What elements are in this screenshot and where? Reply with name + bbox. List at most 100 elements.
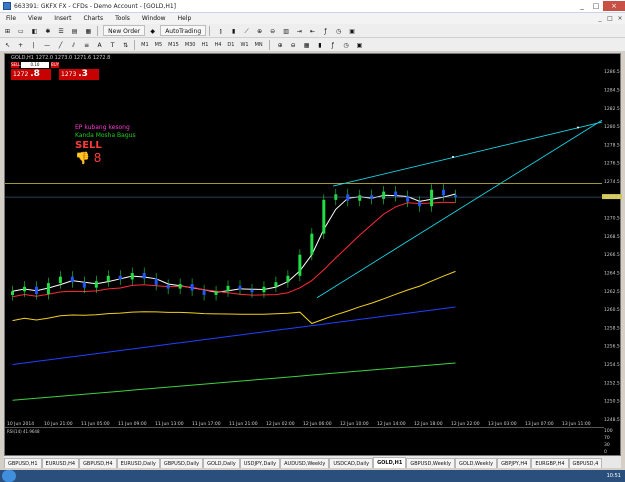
templates-icon[interactable]: ▣ bbox=[346, 25, 358, 36]
tab-gbpusd-h1[interactable]: GBPUSD,H1 bbox=[4, 458, 42, 468]
zoom-out-icon[interactable]: ⊖ bbox=[267, 25, 278, 36]
buy-price[interactable]: 1273 .3 bbox=[59, 69, 99, 80]
app-icon bbox=[3, 2, 11, 10]
price-scale-label: 1256.5 bbox=[604, 344, 620, 350]
volumes-icon[interactable]: ▮ bbox=[314, 39, 325, 50]
timeframe-h4[interactable]: H4 bbox=[211, 42, 224, 48]
indicators-icon[interactable]: ƒ bbox=[327, 39, 338, 50]
tab-gbpjpy-h4[interactable]: GBPJPY,H4 bbox=[497, 458, 532, 468]
new-chart-icon[interactable]: ⊞ bbox=[2, 25, 13, 36]
navigator-icon[interactable]: ☰ bbox=[55, 25, 66, 36]
mdi-minimize-button[interactable]: _ bbox=[595, 15, 605, 22]
market-watch-icon[interactable]: ◧ bbox=[29, 25, 41, 36]
menu-bar: File View Insert Charts Tools Window Hel… bbox=[0, 13, 625, 24]
tab-gold-weekly[interactable]: GOLD,Weekly bbox=[454, 458, 498, 468]
tab-eurusd-daily[interactable]: EURUSD,Daily bbox=[116, 458, 160, 468]
cursor-icon[interactable]: ↖ bbox=[2, 39, 13, 50]
minimize-button[interactable]: _ bbox=[575, 1, 589, 11]
timeframe-d1[interactable]: D1 bbox=[224, 42, 237, 48]
tab-audusd-weekly[interactable]: AUDUSD,Weekly bbox=[280, 458, 330, 468]
candle-body bbox=[202, 290, 206, 295]
horizontal-line-icon[interactable]: — bbox=[41, 39, 53, 50]
timeframe-m1[interactable]: M1 bbox=[138, 42, 152, 48]
strategy-tester-icon[interactable]: ▦ bbox=[82, 25, 94, 36]
bar-chart-icon[interactable]: ⫾ bbox=[215, 25, 226, 36]
price-scale-label: 1248.5 bbox=[604, 417, 620, 423]
indicators-icon[interactable]: ƒ bbox=[320, 25, 331, 36]
timeframe-m15[interactable]: M15 bbox=[165, 42, 182, 48]
tab-gbpusd-h4[interactable]: GBPUSD,H4 bbox=[79, 458, 117, 468]
zoom-in-icon[interactable]: ⊕ bbox=[275, 39, 286, 50]
candle-body bbox=[346, 194, 350, 201]
terminal-icon[interactable]: ▤ bbox=[69, 25, 81, 36]
grid-icon[interactable]: ▦ bbox=[301, 39, 313, 50]
tab-usdcad-daily[interactable]: USDCAD,Daily bbox=[329, 458, 374, 468]
menu-window[interactable]: Window bbox=[136, 15, 172, 22]
price-scale-label: 1270.5 bbox=[604, 216, 620, 222]
tab-gbpusd-4[interactable]: GBPUSD,4 bbox=[568, 458, 603, 468]
menu-view[interactable]: View bbox=[22, 15, 48, 22]
window-title: 663391: GKFX FX - CFDs - Demo Account - … bbox=[14, 2, 176, 10]
timeframe-m30[interactable]: M30 bbox=[182, 42, 199, 48]
sell-price[interactable]: 1272 .8 bbox=[11, 69, 51, 80]
data-window-icon[interactable]: ✱ bbox=[42, 25, 53, 36]
menu-charts[interactable]: Charts bbox=[78, 15, 110, 22]
text-icon[interactable]: A bbox=[94, 39, 105, 50]
buy-price-main: 1273 bbox=[61, 71, 77, 78]
autotrading-button[interactable]: AutoTrading bbox=[160, 25, 207, 36]
profiles-icon[interactable]: ▭ bbox=[15, 25, 27, 36]
sell-price-main: 1272 bbox=[13, 71, 29, 78]
auto-scroll-icon[interactable]: ⇥ bbox=[294, 25, 305, 36]
timeframe-w1[interactable]: W1 bbox=[237, 42, 251, 48]
thumbs-down-icon: 👎 8 bbox=[75, 151, 102, 165]
chart-shift-icon[interactable]: ⇤ bbox=[307, 25, 318, 36]
crosshair-icon[interactable]: + bbox=[15, 39, 26, 50]
templates-icon[interactable]: ▣ bbox=[354, 39, 366, 50]
metaeditor-icon[interactable]: ◆ bbox=[147, 25, 158, 36]
tab-eurusd-h4[interactable]: EURUSD,H4 bbox=[41, 458, 80, 468]
trend-anchor-point bbox=[577, 126, 579, 129]
tab-usdjpy-daily[interactable]: USDJPY,Daily bbox=[239, 458, 281, 468]
clock-icon[interactable]: ◷ bbox=[340, 39, 351, 50]
tile-windows-icon[interactable]: ▥ bbox=[280, 25, 292, 36]
new-order-button[interactable]: New Order bbox=[103, 25, 146, 36]
zoom-out-icon[interactable]: ⊖ bbox=[288, 39, 299, 50]
arrows-icon[interactable]: ⇅ bbox=[120, 39, 131, 50]
tab-gbpusd-weekly[interactable]: GBPUSD,Weekly bbox=[406, 458, 455, 468]
mdi-close-button[interactable]: × bbox=[615, 15, 625, 22]
label-icon[interactable]: T bbox=[107, 39, 118, 50]
menu-file[interactable]: File bbox=[0, 15, 22, 22]
lot-input[interactable]: 0.10 bbox=[21, 62, 49, 68]
periods-icon[interactable]: ◷ bbox=[333, 25, 344, 36]
vertical-line-icon[interactable]: | bbox=[28, 39, 39, 50]
fibonacci-icon[interactable]: ≡ bbox=[81, 39, 92, 50]
zoom-in-icon[interactable]: ⊕ bbox=[254, 25, 265, 36]
mdi-restore-button[interactable]: □ bbox=[605, 15, 615, 22]
trendline-icon[interactable]: ╱ bbox=[55, 39, 66, 50]
timeframe-m5[interactable]: M5 bbox=[152, 42, 166, 48]
timeframe-h1[interactable]: H1 bbox=[199, 42, 212, 48]
menu-tools[interactable]: Tools bbox=[109, 15, 136, 22]
tab-gold-daily[interactable]: GOLD,Daily bbox=[203, 458, 240, 468]
tab-gbpusd-daily[interactable]: GBPUSD,Daily bbox=[159, 458, 204, 468]
candle-body bbox=[214, 291, 218, 295]
start-button[interactable] bbox=[2, 470, 16, 482]
maximize-button[interactable]: □ bbox=[589, 1, 603, 11]
close-button[interactable]: × bbox=[603, 1, 625, 11]
candle-body bbox=[154, 278, 158, 285]
tab-gold-h1[interactable]: GOLD,H1 bbox=[373, 457, 407, 468]
tab-eurgbp-h4[interactable]: EURGBP,H4 bbox=[531, 458, 569, 468]
price-chart[interactable]: 1286.5 1284.5 1282.5 1280.5 1278.5 1276.5 1274… bbox=[5, 54, 622, 457]
menu-insert[interactable]: Insert bbox=[48, 15, 77, 22]
toolbar-separator bbox=[268, 39, 270, 50]
channel-icon[interactable]: ⫽ bbox=[68, 39, 79, 50]
sell-button[interactable]: SELL bbox=[11, 62, 21, 68]
candlestick-icon[interactable]: ▮ bbox=[228, 25, 239, 36]
buy-button[interactable]: BUY bbox=[51, 62, 59, 68]
chart-window[interactable]: 1286.5 1284.5 1282.5 1280.5 1278.5 1276.5 1274… bbox=[4, 53, 622, 457]
rsi-subwindow[interactable]: RSI(14) 41.9648 bbox=[5, 427, 604, 455]
line-chart-icon[interactable]: ⟋ bbox=[241, 25, 252, 36]
candle-body bbox=[358, 195, 362, 201]
menu-help[interactable]: Help bbox=[172, 15, 198, 22]
timeframe-mn[interactable]: MN bbox=[252, 42, 266, 48]
